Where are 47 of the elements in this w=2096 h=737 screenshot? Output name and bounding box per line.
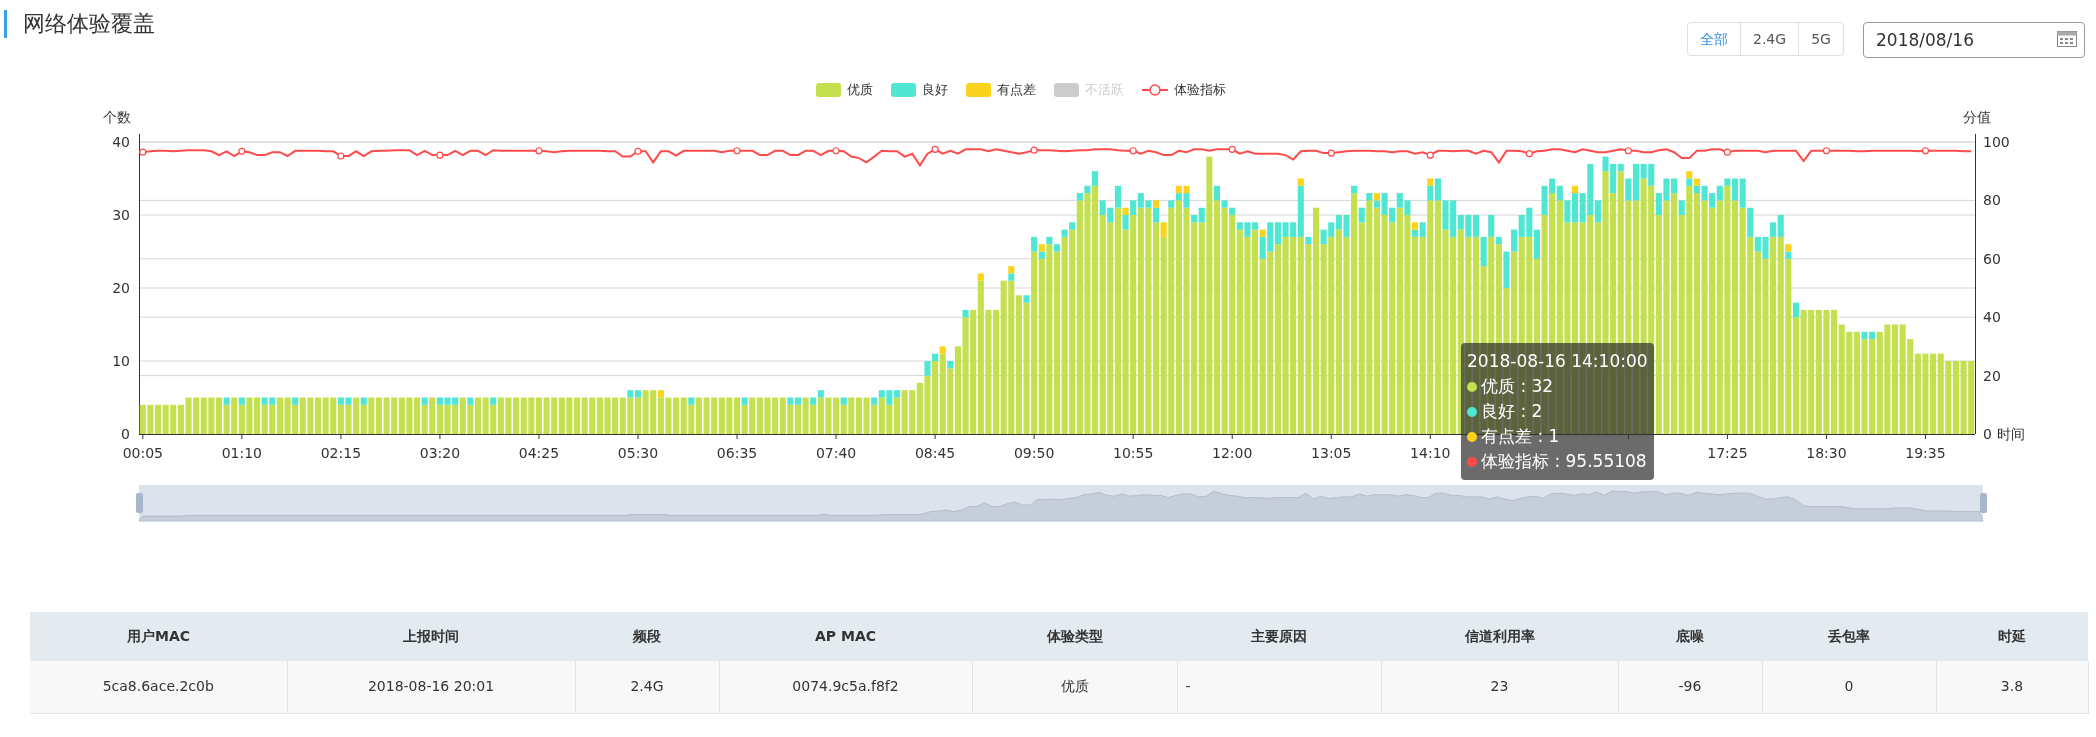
axis-label: 18:30 — [1806, 445, 1847, 461]
tooltip-value: 体验指标 : 95.55108 — [1481, 450, 1647, 473]
axis-label: 09:50 — [1013, 445, 1055, 461]
axis-label: 14:10 — [1410, 445, 1451, 461]
axis-title: 时间 — [1997, 426, 2025, 442]
table-cell: 0074.9c5a.f8f2 — [719, 661, 972, 713]
axis-label: 20 — [112, 280, 130, 296]
axis-label: 07:40 — [815, 445, 857, 461]
axis-title: 个数 — [103, 109, 131, 125]
axis-label: 0 — [1983, 426, 1992, 442]
axis-label: 19:35 — [1905, 445, 1946, 461]
table-cell: 23 — [1381, 661, 1618, 713]
table-cell: 0 — [1762, 661, 1936, 713]
tooltip-value: 良好 : 2 — [1481, 400, 1543, 423]
axis-label: 30 — [112, 207, 130, 223]
table-cell: - — [1177, 661, 1381, 713]
axis-label: 40 — [1983, 309, 2001, 326]
page-title: 网络体验覆盖 — [4, 10, 155, 38]
axis-label: 40 — [112, 134, 130, 150]
tooltip-value: 有点差 : 1 — [1481, 425, 1560, 448]
axis-label: 01:10 — [221, 445, 263, 461]
axis-label: 08:45 — [914, 445, 956, 461]
axis-label: 17:25 — [1707, 445, 1748, 461]
axis-label: 04:25 — [518, 445, 560, 461]
axis-label: 03:20 — [419, 445, 461, 461]
axis-label: 0 — [121, 426, 130, 442]
table-cell: 优质 — [972, 661, 1177, 713]
axis-label: 05:30 — [617, 445, 659, 461]
axis-label: 100 — [1983, 134, 2010, 150]
table-cell: -96 — [1618, 661, 1762, 713]
table-cell: 5ca8.6ace.2c0b — [30, 661, 287, 713]
tooltip-title: 2018-08-16 14:10:00 — [1467, 350, 1648, 373]
table-cell: 2018-08-16 20:01 — [287, 661, 575, 713]
table-cell: 2.4G — [575, 661, 719, 713]
axis-label: 02:15 — [320, 445, 362, 461]
axis-label: 60 — [1983, 250, 2001, 267]
axis-label: 80 — [1983, 192, 2001, 209]
axis-title: 分值 — [1963, 109, 1991, 125]
axis-label: 06:35 — [716, 445, 758, 461]
axis-label: 10:55 — [1113, 445, 1154, 461]
axis-label: 12:00 — [1212, 445, 1253, 461]
axis-label: 00:05 — [122, 445, 163, 461]
axis-label: 10 — [112, 353, 130, 369]
tooltip-value: 优质 : 32 — [1481, 375, 1554, 398]
axis-label: 13:05 — [1311, 445, 1352, 461]
axis-label: 20 — [1983, 367, 2001, 384]
table-cell: 3.8 — [1936, 661, 2088, 713]
